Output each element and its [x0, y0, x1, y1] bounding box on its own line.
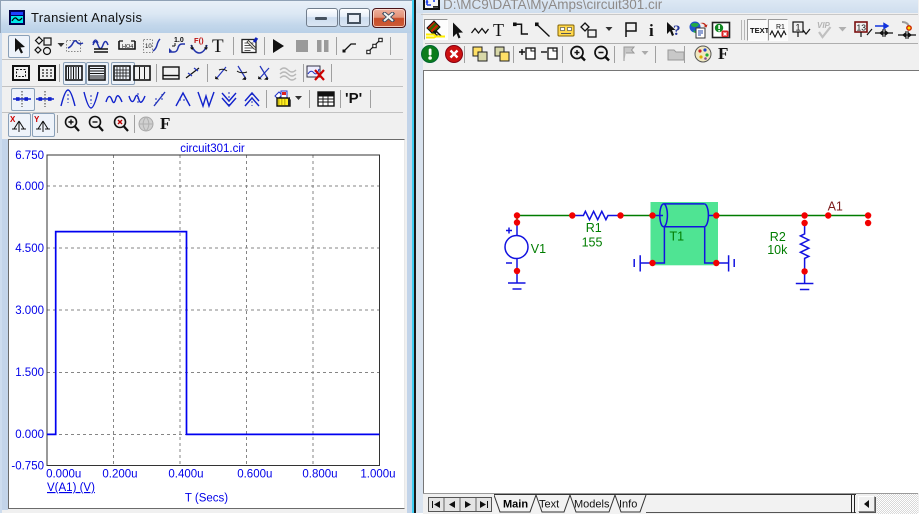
svg-text:R2: R2	[770, 230, 786, 244]
svg-text:0.600u: 0.600u	[237, 469, 272, 481]
svg-text:T (Secs): T (Secs)	[185, 493, 228, 505]
svg-text:Text: Text	[539, 499, 559, 511]
svg-text:0.000: 0.000	[15, 429, 44, 441]
svg-text:?: ?	[673, 23, 681, 39]
svg-text:1.500: 1.500	[15, 367, 44, 379]
svg-text:V(A1) (V): V(A1) (V)	[47, 482, 95, 494]
svg-text:10k: 10k	[767, 243, 788, 257]
svg-text:-0.750: -0.750	[11, 461, 44, 473]
svg-text:Models: Models	[574, 499, 610, 511]
svg-text:R1: R1	[586, 221, 602, 235]
svg-text:Info: Info	[619, 499, 637, 511]
svg-text:HO4: HO4	[122, 44, 133, 50]
svg-text:13: 13	[857, 23, 867, 33]
svg-text:1.0: 1.0	[174, 37, 184, 44]
svg-text:T1: T1	[670, 230, 685, 244]
svg-text:10: 10	[145, 44, 152, 50]
svg-text:1: 1	[796, 23, 801, 33]
svg-text:T: T	[212, 36, 224, 57]
svg-text:T: T	[493, 20, 504, 40]
svg-text:i: i	[649, 21, 654, 40]
svg-text:X: X	[10, 115, 16, 124]
svg-text:Y: Y	[34, 115, 40, 124]
svg-text:F(): F()	[194, 36, 204, 45]
svg-text:0.400u: 0.400u	[168, 469, 203, 481]
svg-text:4.500: 4.500	[15, 243, 44, 255]
svg-text:6.750: 6.750	[15, 150, 44, 162]
svg-text:0.800u: 0.800u	[302, 469, 337, 481]
svg-text:155: 155	[582, 236, 603, 250]
svg-text:Main: Main	[503, 499, 528, 511]
svg-text:circuit301.cir: circuit301.cir	[180, 143, 245, 155]
svg-text:A1: A1	[828, 200, 843, 214]
svg-text:1.000u: 1.000u	[360, 469, 395, 481]
svg-text:R1: R1	[776, 24, 785, 31]
svg-text:0.200u: 0.200u	[102, 469, 137, 481]
svg-text:6.000: 6.000	[15, 181, 44, 193]
svg-text:0.000u: 0.000u	[46, 469, 81, 481]
svg-text:3.000: 3.000	[15, 305, 44, 317]
svg-text:V1: V1	[531, 242, 546, 256]
